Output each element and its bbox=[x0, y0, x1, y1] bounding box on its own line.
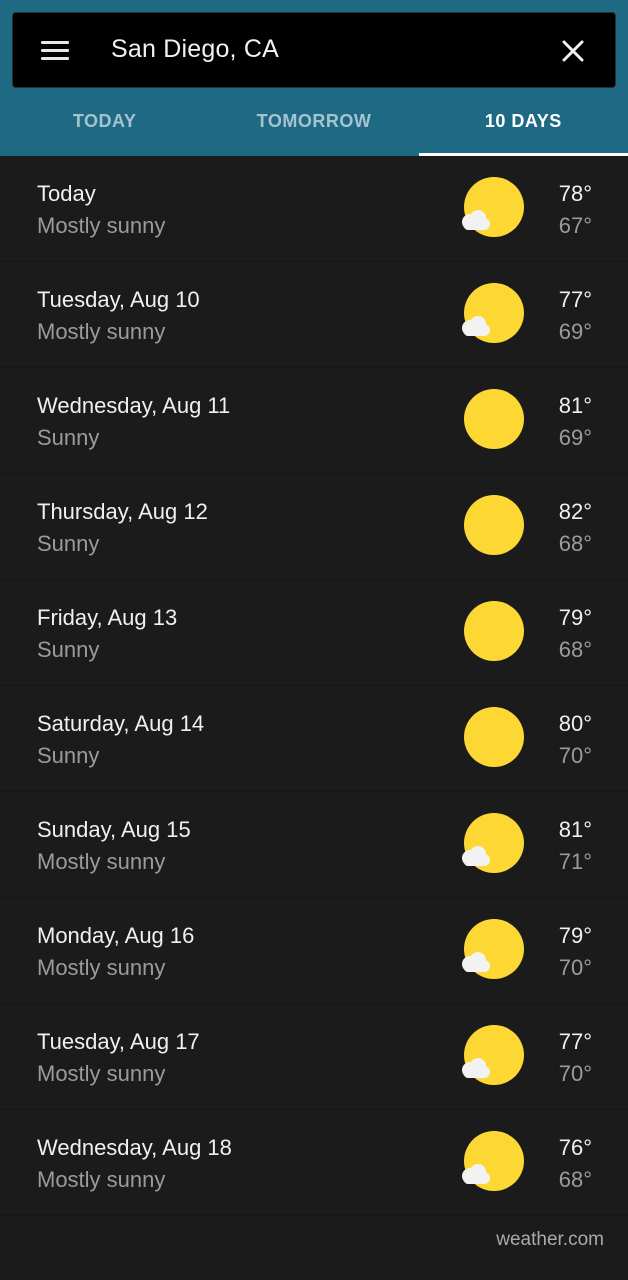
mostly-sunny-icon bbox=[462, 919, 524, 979]
tab-10-days[interactable]: 10 DAYS bbox=[418, 88, 628, 156]
source-link[interactable]: weather.com bbox=[496, 1229, 604, 1251]
forecast-row[interactable]: Monday, Aug 16 Mostly sunny 79° 70° bbox=[0, 898, 628, 1004]
forecast-day: Tuesday, Aug 17 bbox=[37, 1029, 200, 1054]
high-temp: 77° bbox=[558, 287, 592, 312]
low-temp: 70° bbox=[558, 955, 592, 980]
forecast-condition: Mostly sunny bbox=[37, 213, 166, 238]
high-temp: 76° bbox=[558, 1135, 592, 1160]
app-header: San Diego, CA TODAY TOMORROW 10 DAYS bbox=[0, 0, 628, 156]
sunny-icon bbox=[464, 707, 524, 767]
forecast-day: Wednesday, Aug 18 bbox=[37, 1135, 232, 1160]
forecast-day: Sunday, Aug 15 bbox=[37, 817, 191, 842]
high-temp: 80° bbox=[558, 711, 592, 736]
forecast-row[interactable]: Tuesday, Aug 17 Mostly sunny 77° 70° bbox=[0, 1004, 628, 1110]
low-temp: 70° bbox=[558, 743, 592, 768]
tab-bar: TODAY TOMORROW 10 DAYS bbox=[0, 88, 628, 156]
forecast-condition: Sunny bbox=[37, 743, 100, 768]
forecast-day: Thursday, Aug 12 bbox=[37, 499, 208, 524]
high-temp: 77° bbox=[558, 1029, 592, 1054]
forecast-condition: Mostly sunny bbox=[37, 319, 166, 344]
low-temp: 69° bbox=[558, 319, 592, 344]
low-temp: 68° bbox=[558, 637, 592, 662]
tab-today[interactable]: TODAY bbox=[0, 88, 209, 156]
forecast-row[interactable]: Wednesday, Aug 11 Sunny 81° 69° bbox=[0, 368, 628, 474]
forecast-condition: Sunny bbox=[37, 531, 100, 556]
menu-icon[interactable] bbox=[41, 39, 71, 63]
high-temp: 82° bbox=[558, 499, 592, 524]
forecast-condition: Sunny bbox=[37, 425, 100, 450]
forecast-row[interactable]: Friday, Aug 13 Sunny 79° 68° bbox=[0, 580, 628, 686]
high-temp: 79° bbox=[558, 605, 592, 630]
forecast-day: Monday, Aug 16 bbox=[37, 923, 195, 948]
high-temp: 78° bbox=[558, 181, 592, 206]
sunny-icon bbox=[464, 601, 524, 661]
forecast-day: Friday, Aug 13 bbox=[37, 605, 178, 630]
low-temp: 68° bbox=[558, 531, 592, 556]
low-temp: 71° bbox=[558, 849, 592, 874]
forecast-row[interactable]: Today Mostly sunny 78° 67° bbox=[0, 156, 628, 262]
mostly-sunny-icon bbox=[462, 283, 524, 343]
mostly-sunny-icon bbox=[462, 177, 524, 237]
forecast-day: Tuesday, Aug 10 bbox=[37, 287, 200, 312]
close-icon[interactable] bbox=[559, 37, 587, 65]
forecast-list: Today Mostly sunny 78° 67° Tuesday, Aug 10 Mo… bbox=[0, 156, 628, 1216]
high-temp: 81° bbox=[558, 817, 592, 842]
mostly-sunny-icon bbox=[462, 813, 524, 873]
sunny-icon bbox=[464, 495, 524, 555]
search-input[interactable]: San Diego, CA bbox=[111, 35, 279, 64]
forecast-day: Wednesday, Aug 11 bbox=[37, 393, 231, 418]
forecast-condition: Mostly sunny bbox=[37, 1167, 166, 1192]
tab-tomorrow[interactable]: TOMORROW bbox=[209, 88, 418, 156]
forecast-row[interactable]: Tuesday, Aug 10 Mostly sunny 77° 69° bbox=[0, 262, 628, 368]
forecast-row[interactable]: Thursday, Aug 12 Sunny 82° 68° bbox=[0, 474, 628, 580]
forecast-condition: Mostly sunny bbox=[37, 849, 166, 874]
low-temp: 70° bbox=[558, 1061, 592, 1086]
mostly-sunny-icon bbox=[462, 1131, 524, 1191]
forecast-row[interactable]: Wednesday, Aug 18 Mostly sunny 76° 68° bbox=[0, 1110, 628, 1216]
mostly-sunny-icon bbox=[462, 1025, 524, 1085]
forecast-condition: Mostly sunny bbox=[37, 955, 166, 980]
search-bar[interactable]: San Diego, CA bbox=[12, 12, 616, 88]
high-temp: 81° bbox=[558, 393, 592, 418]
low-temp: 67° bbox=[558, 213, 592, 238]
forecast-day: Saturday, Aug 14 bbox=[37, 711, 205, 736]
forecast-condition: Mostly sunny bbox=[37, 1061, 166, 1086]
sunny-icon bbox=[464, 389, 524, 449]
forecast-day: Today bbox=[37, 181, 96, 206]
low-temp: 69° bbox=[558, 425, 592, 450]
forecast-row[interactable]: Saturday, Aug 14 Sunny 80° 70° bbox=[0, 686, 628, 792]
high-temp: 79° bbox=[558, 923, 592, 948]
forecast-condition: Sunny bbox=[37, 637, 100, 662]
forecast-row[interactable]: Sunday, Aug 15 Mostly sunny 81° 71° bbox=[0, 792, 628, 898]
low-temp: 68° bbox=[558, 1167, 592, 1192]
